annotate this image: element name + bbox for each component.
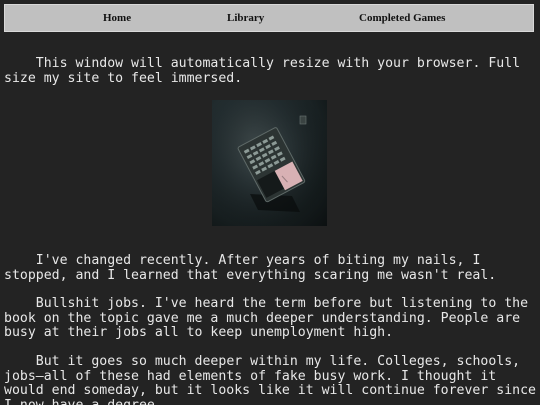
body-paragraph-bullshit-jobs: Bullshit jobs. I've heard the term befor…	[4, 296, 536, 340]
intro-paragraph: This window will automatically resize wi…	[4, 56, 529, 86]
nav-link-completed-games[interactable]: Completed Games	[359, 5, 445, 31]
top-nav-bar: Home Library Completed Games	[4, 4, 534, 32]
calculator-photo	[212, 100, 327, 226]
body-paragraph-changed: I've changed recently. After years of bi…	[4, 253, 497, 283]
nav-link-home[interactable]: Home	[103, 5, 131, 31]
calculator-image	[212, 100, 327, 226]
nav-link-library[interactable]: Library	[227, 5, 264, 31]
body-paragraph-deeper: But it goes so much deeper within my lif…	[4, 354, 536, 405]
